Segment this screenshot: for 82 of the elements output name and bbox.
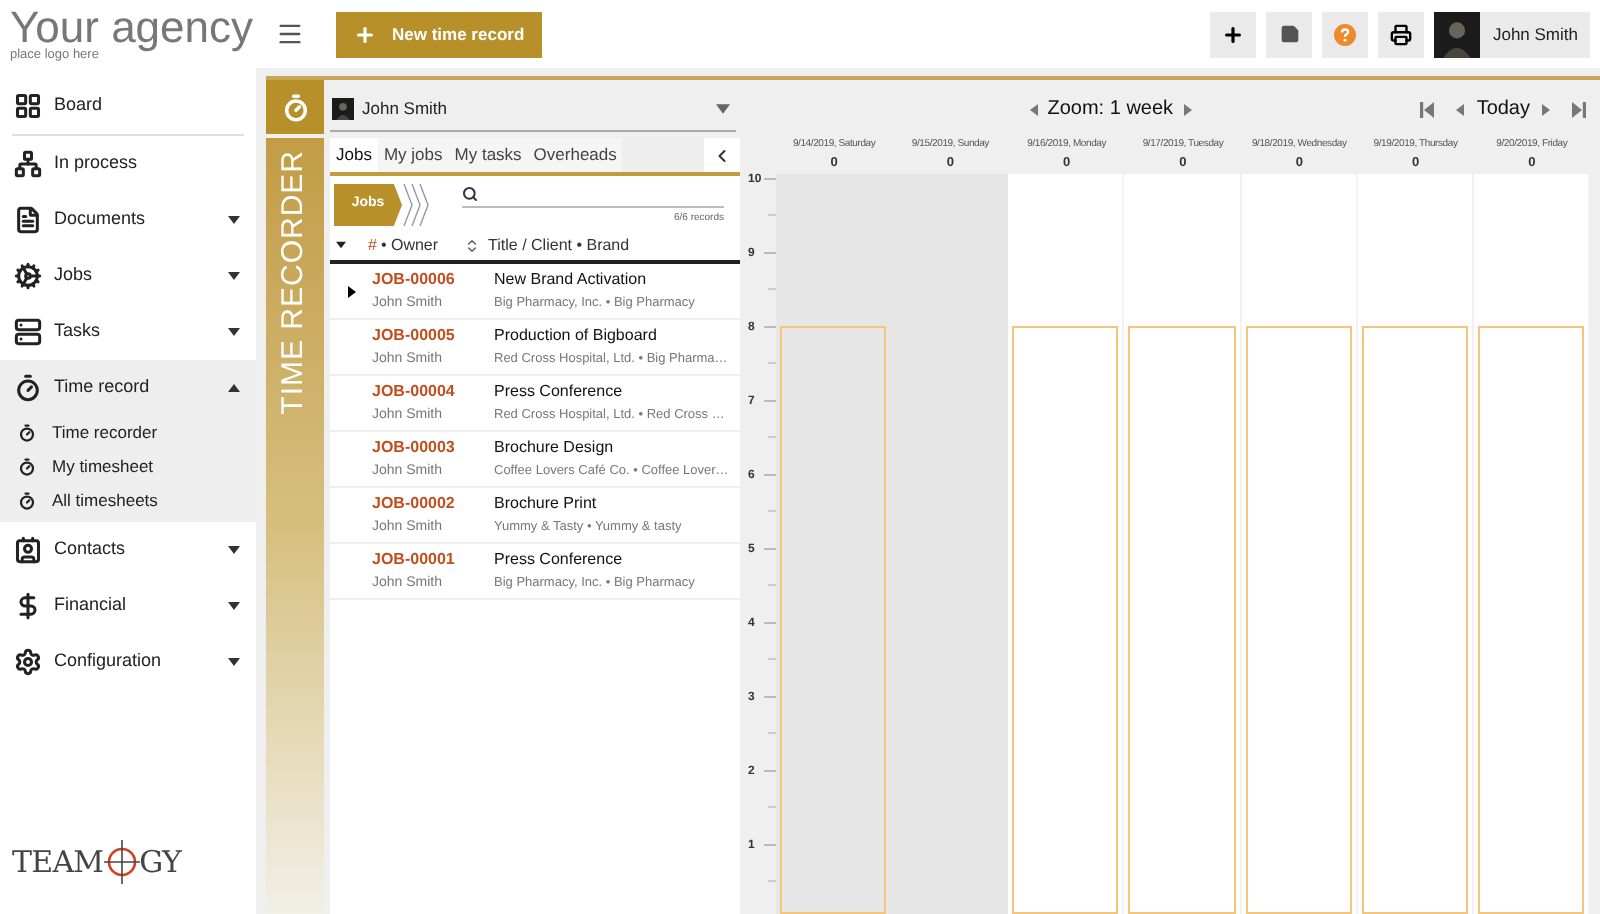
help-icon xyxy=(1334,23,1357,45)
caret-icon xyxy=(228,326,240,338)
caret-icon xyxy=(228,382,240,394)
previous-icon xyxy=(1454,103,1467,115)
dollar-icon xyxy=(14,592,42,620)
stopwatch-icon xyxy=(18,458,36,476)
print-button[interactable] xyxy=(1378,11,1425,57)
sidebar-subitem[interactable]: Time recorder xyxy=(0,416,256,450)
note-button[interactable] xyxy=(1266,11,1313,57)
job-number[interactable]: JOB-00003 xyxy=(372,435,494,459)
brand-logo: TEAM GY xyxy=(12,838,256,886)
job-title: Press Conference xyxy=(494,379,625,403)
chevrons-icon xyxy=(402,184,430,226)
job-title: Production of Bigboard xyxy=(494,323,659,347)
module-title: TIME RECORDER xyxy=(274,150,313,415)
target-hours-block[interactable] xyxy=(1361,326,1468,914)
zoom-label[interactable]: Zoom: 1 week xyxy=(1047,94,1174,124)
stopwatch-icon xyxy=(281,93,309,121)
column-header[interactable]: # xyxy=(368,233,377,257)
first-page-icon[interactable] xyxy=(1420,101,1437,117)
column-header[interactable]: Title / Client • Brand xyxy=(488,233,630,257)
next-icon xyxy=(1181,103,1194,115)
grid-icon xyxy=(14,92,42,120)
job-title: New Brand Activation xyxy=(494,267,649,291)
target-hours-block[interactable] xyxy=(1245,326,1352,914)
settings-icon xyxy=(14,648,42,676)
current-row-icon xyxy=(345,285,357,297)
next-icon xyxy=(1540,103,1552,115)
previous-icon xyxy=(1027,103,1040,115)
today-button[interactable]: Today xyxy=(1476,94,1530,124)
job-number[interactable]: JOB-00006 xyxy=(372,267,494,291)
target-hours-block[interactable] xyxy=(1477,326,1584,914)
avatar-icon xyxy=(1434,11,1481,57)
help-button[interactable] xyxy=(1322,11,1369,57)
target-hours-block[interactable] xyxy=(1012,326,1119,914)
add-button[interactable] xyxy=(1210,11,1257,57)
user-select[interactable]: John Smith xyxy=(330,86,736,132)
user-menu-button[interactable]: John Smith xyxy=(1434,11,1590,57)
note-icon xyxy=(1279,24,1300,44)
sidebar-subitem[interactable]: All timesheets xyxy=(0,484,256,518)
crosshair-icon xyxy=(103,838,140,886)
stopwatch-icon xyxy=(14,374,42,402)
tab[interactable]: My jobs xyxy=(377,138,449,172)
stopwatch-icon xyxy=(18,492,36,510)
gear-icon xyxy=(14,262,42,290)
caret-icon xyxy=(228,214,240,226)
caret-icon xyxy=(228,600,240,612)
avatar-icon xyxy=(332,97,354,119)
caret-icon xyxy=(228,656,240,668)
contact-card-icon xyxy=(14,536,42,564)
sort-caret-icon xyxy=(336,240,346,250)
plus-icon xyxy=(1222,23,1245,45)
sidebar-subitem[interactable]: My timesheet xyxy=(0,450,256,484)
plus-icon xyxy=(354,23,376,45)
agency-name: Your agency xyxy=(10,5,256,50)
job-number[interactable]: JOB-00004 xyxy=(372,379,494,403)
menu-icon[interactable] xyxy=(276,20,304,48)
document-icon xyxy=(14,206,42,234)
caret-icon xyxy=(228,544,240,556)
search-field[interactable] xyxy=(462,182,724,209)
tab[interactable]: Overheads xyxy=(527,138,623,172)
target-hours-block[interactable] xyxy=(1128,326,1236,914)
search-icon xyxy=(462,186,478,203)
job-number[interactable]: JOB-00002 xyxy=(372,491,494,515)
job-title: Brochure Design xyxy=(494,435,616,459)
job-title: Press Conference xyxy=(494,547,625,571)
job-number[interactable]: JOB-00001 xyxy=(372,547,494,571)
column-header[interactable]: • Owner xyxy=(380,233,439,257)
network-icon xyxy=(14,150,42,178)
caret-icon xyxy=(716,101,730,115)
caret-icon xyxy=(228,270,240,282)
job-number[interactable]: JOB-00005 xyxy=(372,323,494,347)
last-page-icon[interactable] xyxy=(1570,101,1586,117)
tab[interactable]: My tasks xyxy=(448,138,528,172)
tab[interactable]: Jobs xyxy=(330,138,378,172)
target-hours-block[interactable] xyxy=(780,326,887,914)
printer-icon xyxy=(1390,23,1413,45)
server-icon xyxy=(14,318,42,346)
sort-icon xyxy=(464,237,481,253)
stopwatch-icon xyxy=(18,424,36,442)
collapse-button[interactable] xyxy=(704,138,740,172)
job-title: Brochure Print xyxy=(494,491,599,515)
